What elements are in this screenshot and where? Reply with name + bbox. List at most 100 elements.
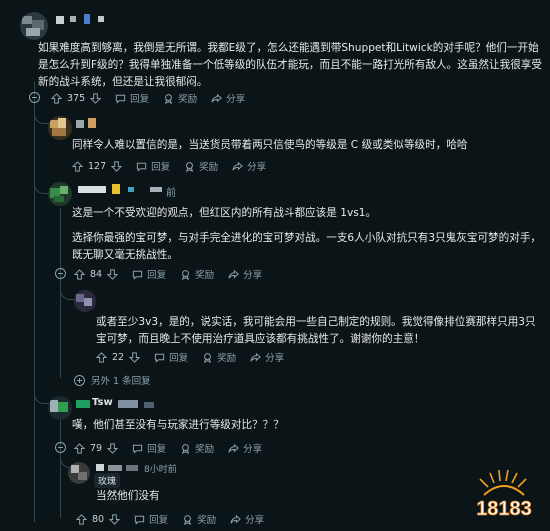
share-label: 分享 [243, 270, 263, 281]
reply-button[interactable]: 回复 [154, 350, 188, 364]
comment-text: 选择你最强的宝可梦，与对手完全进化的宝可梦对战。一支6人小队对抗只有3只鬼灰宝可… [72, 232, 542, 261]
username-blur [76, 400, 90, 408]
comment-text: 同样令人难以置信的是，当送货员带着两只信使鸟的等级是 C 级或类似等级时，哈哈 [72, 139, 468, 151]
comment-actions: 22 回复 奖励 分享 [96, 349, 298, 365]
award-label: 奖励 [197, 515, 217, 526]
comment-actions: 127 回复 奖励 分享 [72, 158, 280, 174]
upvote-icon[interactable] [74, 268, 85, 280]
collapse-button[interactable] [55, 442, 66, 453]
award-button[interactable]: 奖励 [184, 159, 218, 173]
upvote-icon[interactable] [76, 513, 87, 525]
award-icon [182, 443, 190, 454]
username-blur [70, 16, 76, 22]
avatar[interactable] [74, 290, 96, 312]
share-icon [232, 161, 244, 170]
downvote-icon[interactable] [107, 442, 119, 454]
award-icon [182, 269, 190, 280]
share-button[interactable]: 分享 [211, 91, 245, 105]
reply-button[interactable]: 回复 [136, 159, 170, 173]
username-blur [108, 465, 122, 471]
share-label: 分享 [243, 444, 263, 455]
username-blur [56, 16, 64, 24]
comment-text: 当然他们没有 [96, 490, 160, 502]
reply-label: 回复 [130, 94, 150, 105]
vote-count: 84 [90, 268, 103, 280]
comment-text: 或者至少3v3，是的，说实话，我可能会用一些自己制定的规则。我觉得像排位赛那样只… [96, 316, 536, 345]
comment-actions: 79 回复 奖励 分享 [74, 440, 276, 456]
username-blur [88, 118, 96, 128]
collapse-button[interactable] [29, 92, 40, 103]
timestamp: 8小时前 [144, 465, 177, 475]
avatar[interactable] [48, 182, 72, 206]
downvote-icon[interactable] [107, 268, 119, 280]
award-icon [165, 93, 173, 104]
award-button[interactable]: 奖励 [202, 350, 236, 364]
avatar[interactable] [48, 116, 72, 140]
share-button[interactable]: 分享 [250, 350, 284, 364]
reply-label: 回复 [147, 270, 167, 281]
upvote-icon[interactable] [72, 160, 83, 172]
comment-actions: 84 回复 奖励 分享 [74, 266, 276, 282]
vote-count: 127 [88, 160, 107, 172]
award-button[interactable]: 奖励 [163, 91, 197, 105]
share-button[interactable]: 分享 [228, 267, 262, 281]
share-button[interactable]: 分享 [230, 512, 264, 526]
reply-label: 回复 [149, 515, 169, 526]
comment-icon [137, 162, 147, 172]
award-label: 奖励 [195, 444, 215, 455]
comment-text: 如果难度高到够离，我倒是无所谓。我都E级了，怎么还能遇到带Shuppet和Lit… [38, 42, 542, 88]
reply-label: 回复 [151, 162, 171, 173]
username[interactable]: Tsw [92, 397, 113, 408]
share-label: 分享 [247, 162, 267, 173]
downvote-icon[interactable] [111, 160, 123, 172]
vote-count: 79 [90, 442, 103, 454]
award-label: 奖励 [178, 94, 198, 105]
award-button[interactable]: 奖励 [180, 267, 214, 281]
reply-button[interactable]: 回复 [115, 91, 149, 105]
vote-count: 22 [112, 351, 125, 363]
expand-icon [74, 374, 85, 386]
avatar[interactable] [48, 396, 72, 420]
share-icon [230, 514, 241, 523]
username-tooltip: 玫瑰 [94, 473, 121, 488]
downvote-icon[interactable] [109, 513, 121, 525]
username-blur [112, 184, 120, 194]
username-blur [150, 187, 162, 192]
reply-button[interactable]: 回复 [134, 512, 168, 526]
award-icon [204, 352, 212, 363]
comment-text: 这是一个不受欢迎的观点，但红区内的所有战斗都应该是 1vs1。 [72, 207, 377, 219]
reply-button[interactable]: 回复 [132, 267, 166, 281]
collapse-button[interactable] [55, 268, 66, 279]
share-button[interactable]: 分享 [228, 441, 262, 455]
reply-label: 回复 [147, 444, 167, 455]
timestamp: 前 [166, 188, 176, 199]
award-button[interactable]: 奖励 [180, 441, 214, 455]
username-blur [96, 464, 104, 471]
more-replies-link[interactable]: 另外 1 条回复 [74, 373, 151, 387]
award-button[interactable]: 奖励 [182, 512, 216, 526]
vote-count: 375 [67, 92, 86, 104]
vote-count: 80 [92, 513, 105, 525]
watermark-text: 18183 [476, 498, 532, 520]
watermark-sunburst [479, 469, 527, 488]
upvote-icon[interactable] [96, 351, 107, 363]
avatar[interactable] [68, 462, 90, 484]
thread-line-root [34, 82, 35, 522]
comment-icon [134, 515, 145, 525]
award-icon [184, 514, 192, 525]
comment-text: 嘆，他们甚至没有与玩家进行等级对比？？？ [72, 419, 284, 431]
upvote-icon[interactable] [51, 92, 62, 104]
avatar[interactable] [20, 12, 48, 40]
share-button[interactable]: 分享 [232, 159, 266, 173]
comment-actions: 375 回复 奖励 分享 [51, 90, 259, 106]
share-icon [228, 443, 239, 452]
downvote-icon[interactable] [90, 92, 102, 104]
reply-button[interactable]: 回复 [132, 441, 166, 455]
share-label: 分享 [265, 353, 285, 364]
comment-icon [132, 270, 143, 280]
share-label: 分享 [245, 515, 265, 526]
downvote-icon[interactable] [129, 351, 141, 363]
upvote-icon[interactable] [74, 442, 85, 454]
comment-icon [132, 444, 143, 454]
username-blur [128, 187, 134, 192]
